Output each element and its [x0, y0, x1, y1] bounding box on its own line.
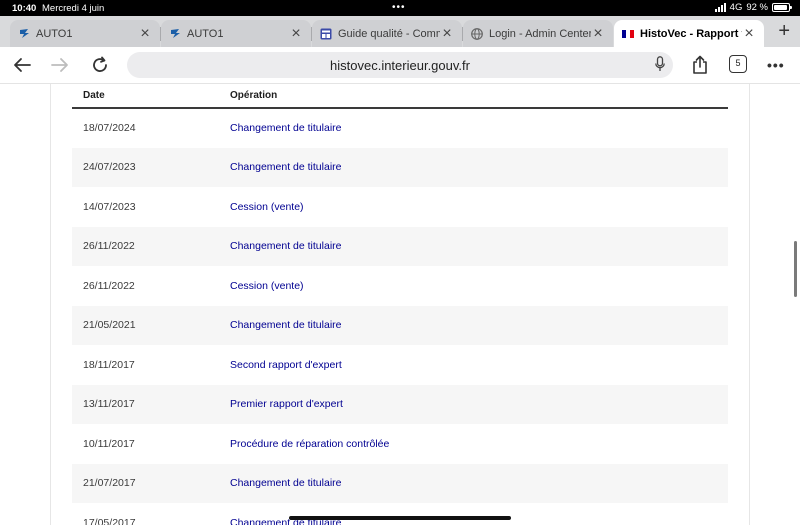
table-row: 10/11/2017 Procédure de réparation contrô…: [72, 424, 728, 464]
table-row: 18/07/2024 Changement de titulaire: [72, 108, 728, 148]
battery-fill: [774, 5, 787, 10]
close-tab-icon[interactable]: ×: [742, 25, 756, 41]
row-operation-link[interactable]: Changement de titulaire: [230, 305, 728, 345]
tab-auto1-1[interactable]: AUTO1 ×: [10, 20, 160, 47]
new-tab-icon[interactable]: +: [778, 20, 790, 43]
tab-title: AUTO1: [187, 27, 224, 40]
row-date: 17/05/2017: [83, 516, 136, 525]
network-label: 4G: [729, 2, 743, 13]
battery-label: 92 %: [746, 2, 768, 13]
row-date: 10/11/2017: [83, 437, 135, 450]
reload-icon: [93, 56, 107, 72]
french-flag-favicon: [622, 28, 634, 40]
tab-auto1-2[interactable]: AUTO1 ×: [160, 20, 311, 47]
close-tab-icon[interactable]: ×: [591, 25, 605, 41]
page-content: Date Opération 18/07/2024 Changement de t…: [0, 84, 800, 525]
battery-icon: [772, 3, 792, 12]
tab-title: Guide qualité - Comm: [338, 27, 440, 40]
row-operation-link[interactable]: Cession (vente): [230, 266, 728, 306]
row-date: 21/07/2017: [72, 463, 230, 503]
row-date: 26/11/2022: [72, 226, 230, 266]
browser-toolbar: histovec.interieur.gouv.fr 5 •••: [0, 47, 800, 84]
row-operation-link[interactable]: Cession (vente): [230, 187, 728, 227]
tab-histovec[interactable]: HistoVec - Rapport ve ×: [614, 20, 764, 47]
operation-column-header: Opération: [230, 84, 728, 109]
globe-icon: [471, 27, 483, 40]
signal-icon: [714, 3, 726, 12]
close-tab-icon[interactable]: ×: [138, 25, 152, 41]
status-date: Mercredi 4 juin: [42, 3, 105, 14]
forward-arrow-icon: [51, 58, 68, 72]
row-operation-link[interactable]: Changement de titulaire: [230, 108, 728, 148]
row-date: 26/11/2022: [83, 279, 135, 292]
table-row: 18/11/2017 Second rapport d'expert: [72, 345, 728, 385]
row-operation-link[interactable]: Changement de titulaire: [230, 503, 728, 525]
row-date: 18/07/2024: [83, 122, 136, 135]
tab-title: HistoVec - Rapport ve: [640, 27, 742, 40]
row-operation-link[interactable]: Changement de titulaire: [230, 463, 728, 503]
microphone-icon[interactable]: [655, 56, 665, 77]
date-column-header: Date: [72, 84, 230, 109]
row-date: 14/07/2023: [83, 200, 136, 213]
tab-title: Login - Admin Center: [489, 27, 591, 40]
row-date: 24/07/2023: [72, 147, 230, 187]
close-tab-icon[interactable]: ×: [440, 25, 454, 41]
row-date: 21/05/2021: [72, 305, 230, 345]
scrollbar[interactable]: [794, 241, 797, 297]
forward-button[interactable]: [46, 52, 74, 78]
row-operation-link[interactable]: Changement de titulaire: [230, 226, 728, 266]
table-row: 14/07/2023 Cession (vente): [72, 187, 728, 227]
back-button[interactable]: [8, 52, 36, 78]
auto1-favicon: [169, 28, 181, 40]
row-date: 13/11/2017: [72, 384, 230, 424]
content-border-right: [749, 84, 750, 525]
table-row: 24/07/2023 Changement de titulaire: [72, 147, 728, 187]
table-body: 18/07/2024 Changement de titulaire 24/07/2…: [72, 108, 728, 525]
tab-login-admin[interactable]: Login - Admin Center ×: [462, 20, 613, 47]
content-border-left: [50, 84, 51, 525]
reload-button[interactable]: [86, 52, 114, 78]
address-url: histovec.interieur.gouv.fr: [330, 58, 470, 73]
row-operation-link[interactable]: Premier rapport d'expert: [230, 384, 728, 424]
operations-history-table: Date Opération 18/07/2024 Changement de t…: [72, 84, 728, 525]
row-operation-link[interactable]: Procédure de réparation contrôlée: [230, 424, 728, 464]
more-options-icon[interactable]: •••: [767, 57, 785, 73]
table-row: 21/05/2021 Changement de titulaire: [72, 305, 728, 345]
table-row: 26/11/2022 Changement de titulaire: [72, 226, 728, 266]
table-row: 13/11/2017 Premier rapport d'expert: [72, 384, 728, 424]
share-button[interactable]: [686, 52, 714, 78]
table-row: 21/07/2017 Changement de titulaire: [72, 463, 728, 503]
table-header-row: Date Opération: [72, 84, 728, 109]
status-time: 10:40: [12, 3, 37, 14]
multitasking-dots-icon[interactable]: •••: [392, 2, 406, 13]
auto1-favicon: [18, 28, 30, 40]
address-bar[interactable]: histovec.interieur.gouv.fr: [127, 52, 673, 78]
status-indicators: 4G 92 %: [714, 2, 792, 13]
row-operation-link[interactable]: Second rapport d'expert: [230, 345, 728, 385]
tab-guide-qualite[interactable]: Guide qualité - Comm ×: [311, 20, 462, 47]
document-favicon: [320, 28, 332, 40]
table-row: 17/05/2017 Changement de titulaire: [72, 503, 728, 525]
tab-count-button[interactable]: 5: [729, 55, 747, 73]
home-indicator[interactable]: [289, 516, 511, 520]
status-bar: 10:40 Mercredi 4 juin ••• 4G 92 %: [0, 0, 800, 16]
row-date: 18/11/2017: [83, 358, 135, 371]
tab-strip: AUTO1 × AUTO1 × Guide qualité - Comm × L…: [0, 16, 800, 47]
back-arrow-icon: [14, 58, 31, 72]
share-icon: [693, 55, 707, 74]
close-tab-icon[interactable]: ×: [289, 25, 303, 41]
tab-title: AUTO1: [36, 27, 73, 40]
table-row: 26/11/2022 Cession (vente): [72, 266, 728, 306]
row-operation-link[interactable]: Changement de titulaire: [230, 147, 728, 187]
